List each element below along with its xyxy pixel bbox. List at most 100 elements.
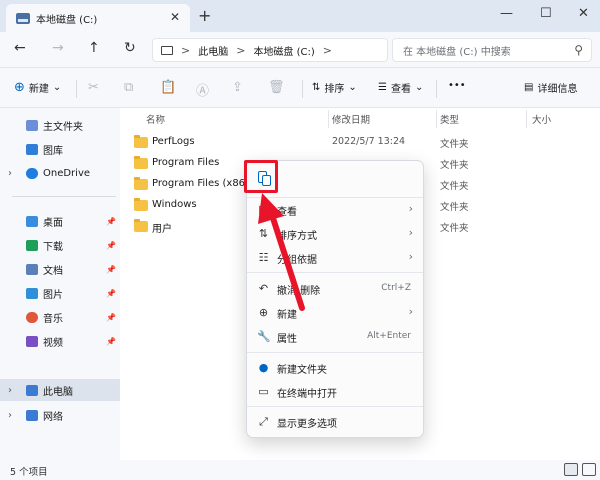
sidebar-item-label: 下载 xyxy=(43,241,63,253)
sort-button[interactable]: ⇅ 排序 ⌄ xyxy=(312,80,357,95)
tab-label: 本地磁盘 (C:) xyxy=(36,14,98,26)
file-type: 文件夹 xyxy=(440,202,469,213)
sidebar-item-onedrive[interactable]: › OneDrive xyxy=(0,162,120,184)
column-header-date[interactable]: 修改日期 xyxy=(332,112,370,126)
rename-button[interactable]: Ⓐ xyxy=(196,80,209,99)
search-input[interactable]: 在 本地磁盘 (C:) 中搜索 ⚲ xyxy=(392,38,592,62)
file-type: 文件夹 xyxy=(440,223,469,234)
menu-item-label: 属性 xyxy=(277,334,297,345)
chevron-right-icon[interactable]: › xyxy=(8,410,12,421)
cut-button[interactable]: ✂ xyxy=(88,80,99,95)
sidebar-item-label: 图库 xyxy=(43,145,63,157)
status-bar: 5 个项目 xyxy=(0,460,600,480)
view-button[interactable]: ☰ 查看 ⌄ xyxy=(378,80,423,95)
refresh-button[interactable]: ↻ xyxy=(124,40,136,56)
menu-item-sort[interactable]: ⇅ 排序方式 › xyxy=(247,222,423,246)
chevron-right-icon[interactable]: › xyxy=(8,168,12,179)
chevron-right-icon: › xyxy=(408,305,413,318)
column-divider[interactable] xyxy=(436,110,437,128)
sidebar-item-pictures[interactable]: 图片 📌 xyxy=(0,282,120,304)
menu-item-label: 撤消 删除 xyxy=(277,286,321,297)
menu-item-undo-delete[interactable]: ↶ 撤消 删除 Ctrl+Z xyxy=(247,277,423,301)
cloud-icon xyxy=(26,167,38,179)
computer-icon xyxy=(26,384,38,396)
minimize-button[interactable]: — xyxy=(500,6,513,21)
tiles-view-button[interactable] xyxy=(582,463,596,476)
menu-item-group-by[interactable]: ☷ 分组依据 › xyxy=(247,246,423,270)
column-divider[interactable] xyxy=(526,110,527,128)
sidebar-item-label: 文档 xyxy=(43,265,63,277)
breadcrumb-this-pc[interactable]: 此电脑 xyxy=(198,43,228,58)
column-divider[interactable] xyxy=(328,110,329,128)
menu-item-view[interactable]: ▦ 查看 › xyxy=(247,198,423,222)
share-icon: ⇪ xyxy=(232,80,243,95)
chevron-right-icon: › xyxy=(408,226,413,239)
pin-icon: 📌 xyxy=(106,240,116,250)
new-folder-icon: ● xyxy=(258,361,269,374)
details-button[interactable]: ▤ 详细信息 xyxy=(524,80,577,95)
more-options-button[interactable]: ••• xyxy=(448,80,466,91)
chevron-down-icon: ⌄ xyxy=(414,82,424,93)
menu-item-show-more-options[interactable]: ⤢ 显示更多选项 xyxy=(247,410,423,434)
file-name: Program Files xyxy=(152,157,220,168)
pin-icon: 📌 xyxy=(106,336,116,346)
group-icon: ☷ xyxy=(258,251,269,264)
new-button[interactable]: ⊕ 新建 ⌄ xyxy=(14,80,61,95)
menu-item-label: 分组依据 xyxy=(277,255,317,266)
sort-label: 排序 xyxy=(324,84,345,95)
column-header-type[interactable]: 类型 xyxy=(440,112,459,126)
sidebar-item-music[interactable]: 音乐 📌 xyxy=(0,306,120,328)
network-icon xyxy=(26,409,38,421)
copy-button[interactable]: ⧉ xyxy=(124,80,133,95)
sidebar-item-videos[interactable]: 视频 📌 xyxy=(0,330,120,352)
sort-icon: ⇅ xyxy=(258,227,269,240)
window-close-button[interactable]: ✕ xyxy=(578,6,589,21)
menu-item-new-folder[interactable]: ● 新建文件夹 xyxy=(247,356,423,380)
view-icon: ☰ xyxy=(378,82,387,93)
up-button[interactable]: ↑ xyxy=(88,40,100,56)
sidebar-item-this-pc[interactable]: › 此电脑 xyxy=(0,379,120,401)
file-name: PerfLogs xyxy=(152,136,195,147)
forward-button[interactable]: → xyxy=(52,40,64,56)
paste-button[interactable]: 📋 xyxy=(160,80,176,95)
sidebar-item-label: 此电脑 xyxy=(43,386,73,398)
breadcrumb-separator[interactable]: > xyxy=(236,44,245,57)
divider xyxy=(302,80,303,98)
share-button[interactable]: ⇪ xyxy=(232,80,243,95)
plus-circle-icon: ⊕ xyxy=(258,306,269,319)
sidebar-item-home[interactable]: 主文件夹 xyxy=(0,114,120,136)
breadcrumb-separator[interactable]: > xyxy=(181,44,190,57)
chevron-right-icon[interactable]: › xyxy=(8,385,12,396)
details-view-button[interactable] xyxy=(564,463,578,476)
breadcrumb-separator[interactable]: > xyxy=(323,44,332,57)
column-header-name[interactable]: 名称 xyxy=(146,112,165,126)
back-button[interactable]: ← xyxy=(14,40,26,56)
folder-icon xyxy=(134,219,148,232)
breadcrumb-local-disk[interactable]: 本地磁盘 (C:) xyxy=(253,43,314,58)
menu-item-new[interactable]: ⊕ 新建 › xyxy=(247,301,423,325)
tab-close-icon[interactable]: ✕ xyxy=(170,10,180,24)
sort-icon: ⇅ xyxy=(312,82,321,93)
sidebar-item-gallery[interactable]: 图库 xyxy=(0,138,120,160)
table-row[interactable]: PerfLogs 2022/5/7 13:24 文件夹 xyxy=(120,132,600,153)
new-tab-button[interactable]: + xyxy=(198,6,211,25)
sidebar-item-network[interactable]: › 网络 xyxy=(0,404,120,426)
sidebar-item-documents[interactable]: 文档 📌 xyxy=(0,258,120,280)
paste-icon: 📋 xyxy=(160,80,177,95)
menu-item-open-in-terminal[interactable]: ▭ 在终端中打开 xyxy=(247,380,423,404)
column-header-size[interactable]: 大小 xyxy=(532,112,551,126)
sidebar-item-desktop[interactable]: 桌面 📌 xyxy=(0,210,120,232)
pin-icon: 📌 xyxy=(106,312,116,322)
sidebar-item-label: 主文件夹 xyxy=(43,121,83,133)
chevron-down-icon: ⌄ xyxy=(348,82,357,93)
view-label: 查看 xyxy=(390,84,411,95)
sidebar-item-downloads[interactable]: 下载 📌 xyxy=(0,234,120,256)
delete-button[interactable]: 🗑 xyxy=(268,80,285,95)
breadcrumb[interactable]: > 此电脑 > 本地磁盘 (C:) > xyxy=(152,38,388,62)
picture-icon xyxy=(26,287,38,299)
menu-item-properties[interactable]: 🔧 属性 Alt+Enter xyxy=(247,325,423,349)
maximize-button[interactable]: ☐ xyxy=(540,6,552,21)
grid-icon: ▦ xyxy=(258,203,269,216)
tab-local-disk[interactable]: 本地磁盘 (C:) ✕ xyxy=(6,4,190,32)
chevron-down-icon: ⌄ xyxy=(52,82,62,93)
